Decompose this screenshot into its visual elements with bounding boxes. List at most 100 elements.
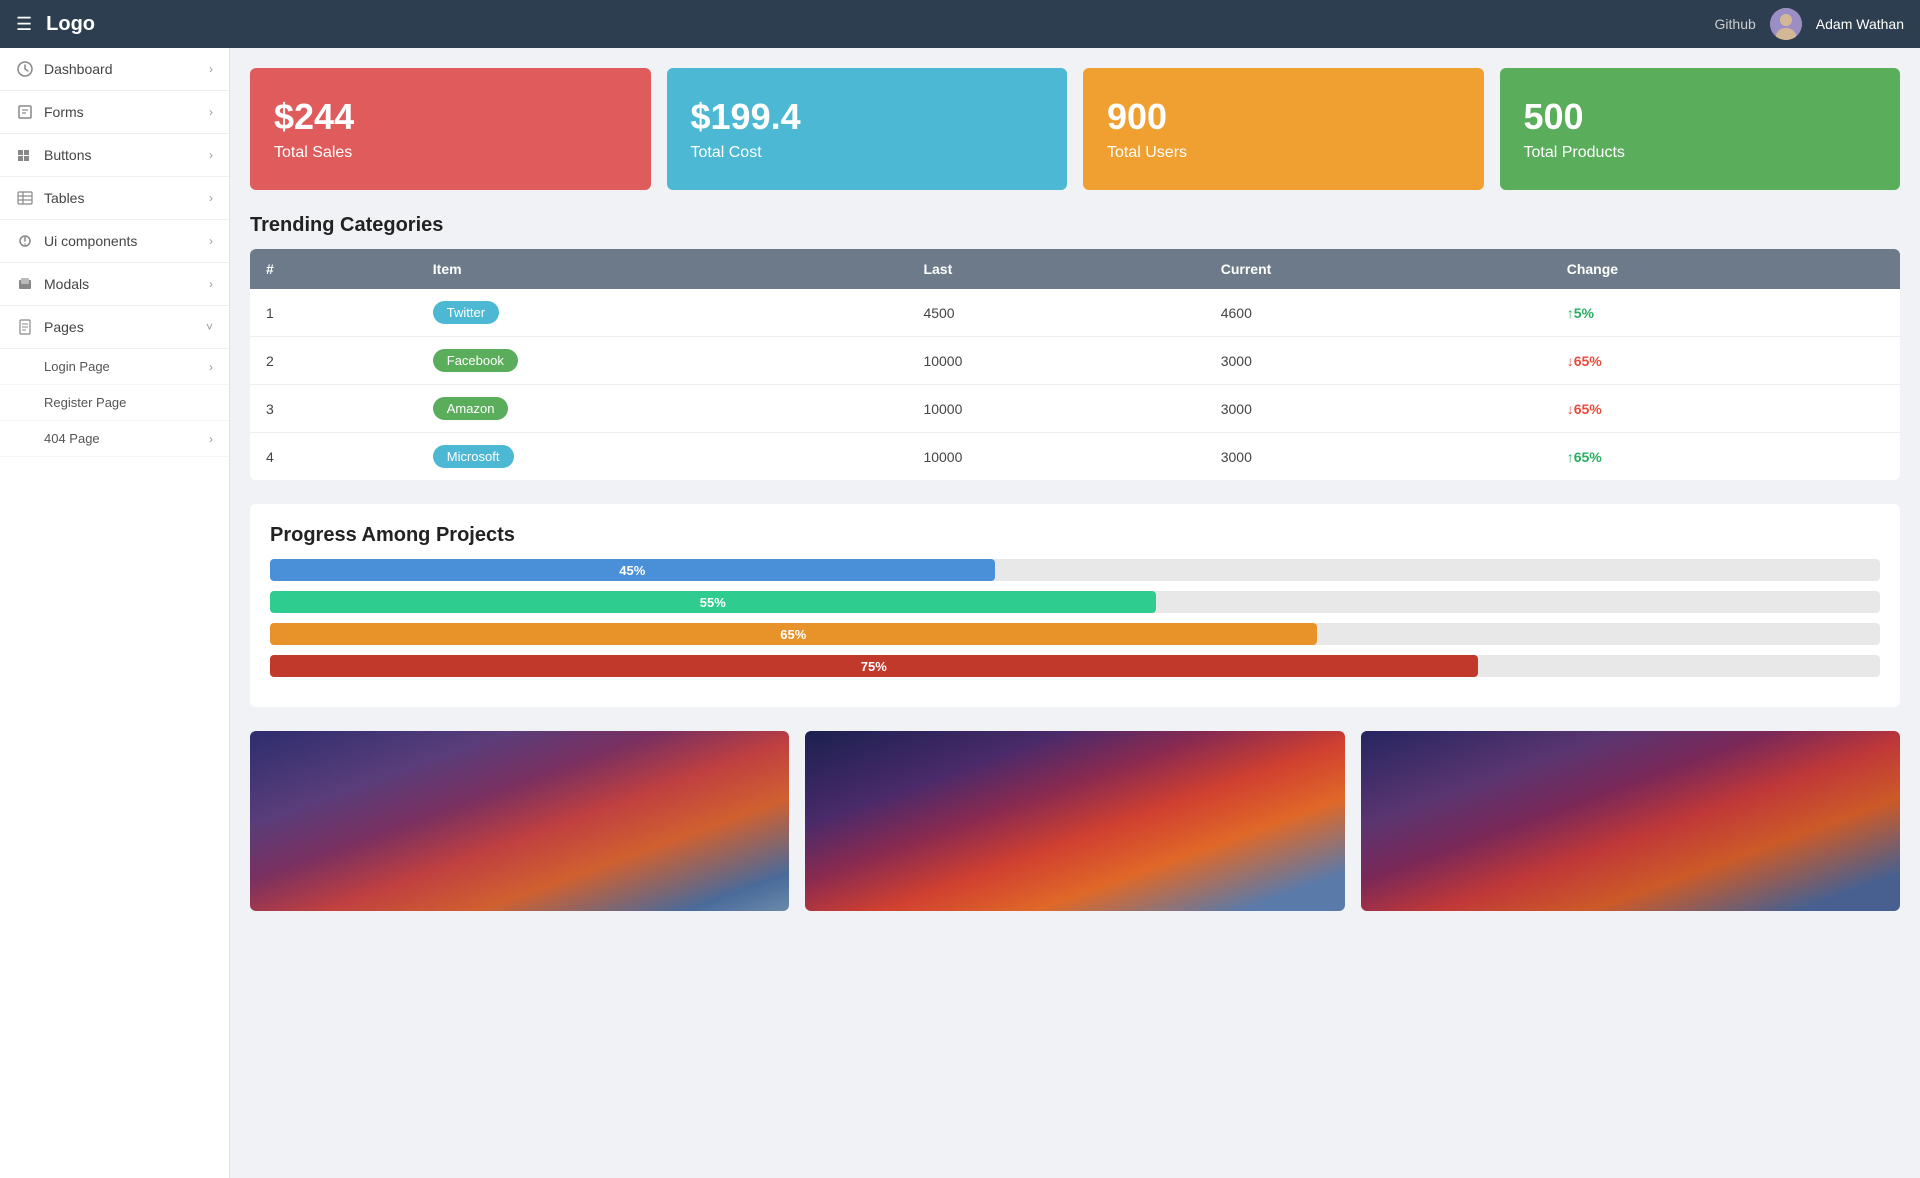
cell-item: Facebook [417, 337, 908, 385]
progress-track: 55% [270, 591, 1880, 613]
sidebar-label-pages: Pages [44, 319, 84, 335]
stat-card-sales: $244 Total Sales [250, 68, 651, 190]
sidebar-item-tables[interactable]: Tables › [0, 177, 229, 220]
sidebar-label-forms: Forms [44, 104, 84, 120]
dashboard-icon [16, 60, 34, 78]
avatar [1770, 8, 1802, 40]
sidebar-label-buttons: Buttons [44, 147, 91, 163]
progress-track: 45% [270, 559, 1880, 581]
cell-current: 3000 [1205, 433, 1551, 481]
sidebar-item-buttons[interactable]: Buttons › [0, 134, 229, 177]
table-row: 4 Microsoft 10000 3000 ↑65% [250, 433, 1900, 481]
table-row: 1 Twitter 4500 4600 ↑5% [250, 289, 1900, 337]
progress-title: Progress Among Projects [270, 524, 1880, 547]
change-up-icon: ↑5% [1567, 305, 1594, 321]
sidebar-sub-login-page[interactable]: Login Page › [0, 349, 229, 385]
sidebar-item-modals[interactable]: Modals › [0, 263, 229, 306]
table-header-row: # Item Last Current Change [250, 249, 1900, 289]
cell-item: Microsoft [417, 433, 908, 481]
image-cards [250, 731, 1900, 911]
chevron-right-icon: › [209, 360, 213, 374]
stat-value-users: 900 [1107, 96, 1460, 138]
progress-bar-wrap: 75% [270, 655, 1880, 677]
sidebar-item-forms[interactable]: Forms › [0, 91, 229, 134]
tables-icon [16, 189, 34, 207]
trending-table-body: 1 Twitter 4500 4600 ↑5% 2 Facebook 10000… [250, 289, 1900, 480]
stat-cards: $244 Total Sales $199.4 Total Cost 900 T… [250, 68, 1900, 190]
progress-bar-wrap: 45% [270, 559, 1880, 581]
chevron-right-icon: › [209, 234, 213, 248]
topnav-right: Github Adam Wathan [1715, 8, 1904, 40]
progress-bar-wrap: 55% [270, 591, 1880, 613]
col-change: Change [1551, 249, 1900, 289]
progress-track: 65% [270, 623, 1880, 645]
stat-value-cost: $199.4 [691, 96, 1044, 138]
cell-num: 1 [250, 289, 417, 337]
github-link[interactable]: Github [1715, 16, 1756, 32]
image-card-1 [250, 731, 789, 911]
cell-last: 10000 [907, 337, 1204, 385]
table-row: 2 Facebook 10000 3000 ↓65% [250, 337, 1900, 385]
stat-value-products: 500 [1524, 96, 1877, 138]
cell-change: ↑5% [1551, 289, 1900, 337]
progress-fill: 75% [270, 655, 1478, 677]
progress-track: 75% [270, 655, 1880, 677]
col-item: Item [417, 249, 908, 289]
col-last: Last [907, 249, 1204, 289]
cell-last: 10000 [907, 385, 1204, 433]
main-content: $244 Total Sales $199.4 Total Cost 900 T… [230, 48, 1920, 1178]
chevron-right-icon: › [209, 62, 213, 76]
cell-current: 4600 [1205, 289, 1551, 337]
sidebar-item-dashboard[interactable]: Dashboard › [0, 48, 229, 91]
progress-bars: 45% 55% 65% 75% [270, 559, 1880, 677]
image-card-2 [805, 731, 1344, 911]
topnav: ☰ Logo Github Adam Wathan [0, 0, 1920, 48]
cell-change: ↓65% [1551, 385, 1900, 433]
stat-value-sales: $244 [274, 96, 627, 138]
stat-card-products: 500 Total Products [1500, 68, 1901, 190]
stat-card-cost: $199.4 Total Cost [667, 68, 1068, 190]
sidebar-label-dashboard: Dashboard [44, 61, 113, 77]
sidebar-sub-label: Login Page [44, 359, 110, 374]
sidebar-sub-label: Register Page [44, 395, 126, 410]
sidebar-sub-label: 404 Page [44, 431, 100, 446]
sidebar-label-ui-components: Ui components [44, 233, 137, 249]
image-card-3 [1361, 731, 1900, 911]
topnav-left: ☰ Logo [16, 13, 95, 36]
sidebar-sub-register-page[interactable]: Register Page [0, 385, 229, 421]
progress-bar-wrap: 65% [270, 623, 1880, 645]
sidebar-sub-404-page[interactable]: 404 Page › [0, 421, 229, 457]
cell-change: ↑65% [1551, 433, 1900, 481]
cell-num: 3 [250, 385, 417, 433]
trending-table: # Item Last Current Change 1 Twitter 450… [250, 249, 1900, 480]
sidebar-label-tables: Tables [44, 190, 84, 206]
stat-label-users: Total Users [1107, 144, 1460, 162]
cell-item: Twitter [417, 289, 908, 337]
chevron-right-icon: › [209, 191, 213, 205]
chevron-right-icon: › [209, 148, 213, 162]
sidebar: Dashboard › Forms › Buttons › [0, 48, 230, 1178]
sidebar-item-ui-components[interactable]: Ui components › [0, 220, 229, 263]
stat-label-products: Total Products [1524, 144, 1877, 162]
cell-num: 4 [250, 433, 417, 481]
table-row: 3 Amazon 10000 3000 ↓65% [250, 385, 1900, 433]
ui-icon [16, 232, 34, 250]
stat-label-cost: Total Cost [691, 144, 1044, 162]
sidebar-item-pages[interactable]: Pages ˅ [0, 306, 229, 349]
col-current: Current [1205, 249, 1551, 289]
change-down-icon: ↓65% [1567, 353, 1602, 369]
col-num: # [250, 249, 417, 289]
trending-title: Trending Categories [250, 214, 1900, 237]
cell-change: ↓65% [1551, 337, 1900, 385]
hamburger-icon[interactable]: ☰ [16, 14, 32, 35]
change-down-icon: ↓65% [1567, 401, 1602, 417]
trending-table-head: # Item Last Current Change [250, 249, 1900, 289]
trending-section: Trending Categories # Item Last Current … [250, 214, 1900, 480]
stat-card-users: 900 Total Users [1083, 68, 1484, 190]
change-up-icon: ↑65% [1567, 449, 1602, 465]
cell-num: 2 [250, 337, 417, 385]
body-wrap: Dashboard › Forms › Buttons › [0, 48, 1920, 1178]
cell-current: 3000 [1205, 337, 1551, 385]
item-badge: Twitter [433, 301, 499, 324]
chevron-right-icon: › [209, 432, 213, 446]
